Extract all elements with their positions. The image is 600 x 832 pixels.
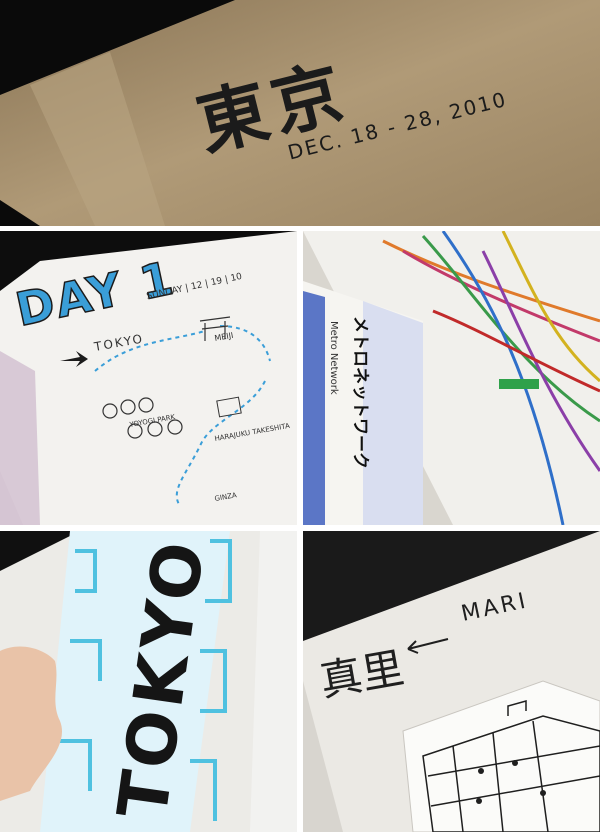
metro-brochure-photo: メトロネットワーク Metro Network [303,231,600,525]
notebook-cover-photo: 東京 DEC. 18 - 28, 2010 [0,0,600,226]
brochure-title-ja: メトロネットワーク [350,316,370,469]
brochure-title-en: Metro Network [328,321,339,395]
metro-blue-band [303,291,325,525]
tokyo-lettering-photo: TOKYO [0,531,297,832]
pink-page-edge [0,351,40,525]
station-marker [499,379,539,389]
mari-map-photo: 真里 MARI [303,531,600,832]
day-one-sketch-photo: DAY 1 SUNDAY | 12 | 19 | 10 TOKYO MEIJI … [0,231,297,525]
